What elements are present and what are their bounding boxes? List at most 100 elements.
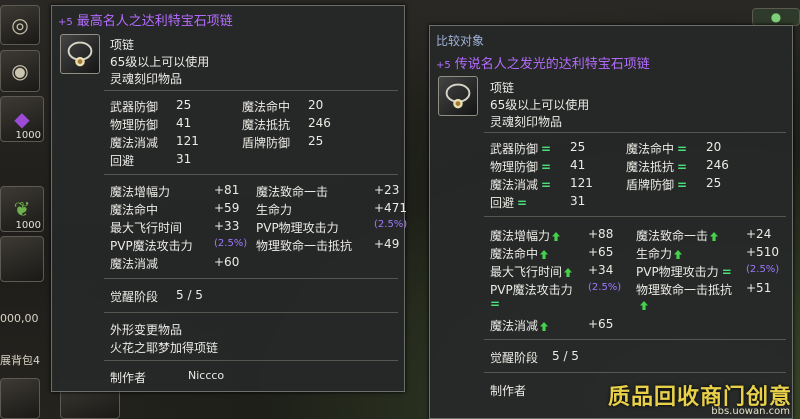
stat-label: 盾牌防御 [242, 136, 291, 150]
bonus-label: 魔法消减 [110, 257, 159, 271]
bonus-value: +24 [746, 227, 772, 241]
item-title: +5 传说名人之发光的达利特宝石项链 [436, 57, 650, 72]
divider [104, 312, 398, 313]
extended-bag-label[interactable]: 展背包4 [0, 352, 40, 368]
bonus-value: +88 [588, 227, 614, 241]
compare-label: 比较对象 [436, 34, 485, 48]
bonus-label: 最大飞行时间 [110, 221, 183, 235]
equal-icon: = [517, 196, 528, 210]
stat-value: 31 [176, 152, 192, 166]
stat-label: 物理防御 [110, 118, 159, 132]
divider [104, 278, 398, 279]
bonus-value: +23 [374, 183, 400, 197]
item-level-req: 65级以上可以使用 [490, 98, 590, 112]
ring-icon: ◎ [11, 13, 29, 37]
bonus-label: PVP魔法攻击力 [490, 283, 573, 297]
stat-label: 魔法抵抗 [242, 118, 291, 132]
up-arrow-icon [710, 232, 719, 241]
awaken-label: 觉醒阶段 [110, 290, 159, 304]
item-count: 1000 [15, 220, 41, 231]
item-count: 1000 [15, 130, 41, 141]
bonus-label: 魔法致命一击 [636, 227, 719, 244]
divider [104, 90, 398, 91]
bonus-label: PVP物理攻击力 [256, 221, 339, 235]
bonus-value: +33 [214, 219, 240, 233]
maker-label: 制作者 [110, 371, 147, 385]
bonus-value: (2.5%) [374, 219, 408, 230]
up-arrow-icon [564, 268, 573, 277]
stat-label: 魔法消减 [110, 136, 159, 150]
stat-label: 回避 = [490, 196, 528, 210]
stat-value: 31 [570, 194, 586, 208]
stat-label: 物理防御 = [490, 160, 552, 174]
item-title: +5 最高名人之达利特宝石项链 [58, 14, 233, 29]
bonus-label: 生命力 [256, 203, 293, 217]
up-arrow-icon [640, 301, 648, 310]
divider [104, 360, 398, 361]
plus-icon: ● [770, 10, 782, 24]
equal-icon: = [721, 265, 732, 279]
bonus-value: +60 [214, 255, 240, 269]
divider [484, 216, 786, 217]
stat-label: 武器防御 [110, 100, 159, 114]
bonus-label: PVP魔法攻击力 [110, 239, 193, 253]
item-level-req: 65级以上可以使用 [110, 55, 210, 69]
bonus-label: 魔法命中 [110, 203, 159, 217]
bonus-value: +65 [588, 317, 614, 331]
skin-value: 火花之耶梦加得项链 [110, 341, 219, 355]
top-right-button[interactable]: ● [752, 8, 800, 26]
bonus-label: 魔法增幅力 [490, 227, 561, 244]
inventory-slot-herb[interactable]: ❦ 1000 [0, 186, 44, 232]
bonus-value: (2.5%) [746, 264, 780, 275]
herb-icon: ❦ [13, 197, 31, 221]
stat-value: 25 [706, 176, 722, 190]
divider [484, 372, 786, 373]
skin-label: 外形变更物品 [110, 323, 183, 337]
bonus-label: 魔法致命一击 [256, 185, 329, 199]
stat-label: 魔法抵抗 = [626, 160, 688, 174]
necklace-icon [438, 76, 478, 116]
stat-value: 41 [176, 116, 192, 130]
stat-value: 41 [570, 158, 586, 172]
inventory-slot-ring[interactable]: ◎ [0, 5, 40, 45]
necklace-icon [60, 34, 100, 74]
inventory-slot-gem[interactable]: ◆ 1000 [0, 96, 44, 142]
equal-icon: = [541, 160, 552, 174]
item-bind: 灵魂刻印物品 [110, 72, 183, 86]
up-arrow-icon [540, 322, 549, 331]
stat-value: 121 [570, 176, 593, 190]
bonus-label: 魔法消减 [490, 317, 549, 334]
up-arrow-icon [674, 250, 683, 259]
inventory-slot-bottom-1[interactable] [0, 378, 40, 419]
equal-icon: = [541, 142, 552, 156]
item-type: 项链 [490, 81, 515, 95]
stat-label: 武器防御 = [490, 142, 552, 156]
item-type: 项链 [110, 38, 135, 52]
equal-icon: = [677, 142, 688, 156]
inventory-slot-ring-2[interactable]: ◉ [0, 50, 40, 92]
bonus-value: +59 [214, 201, 240, 215]
bonus-label: 生命力 [636, 245, 683, 262]
item-bind: 灵魂刻印物品 [490, 115, 563, 129]
bonus-value: +81 [214, 183, 240, 197]
divider [484, 339, 786, 340]
bonus-label: 物理致命一击抵抗 [256, 239, 353, 253]
maker-value: Niccco [188, 369, 225, 382]
bonus-value: (2.5%) [214, 238, 248, 249]
gem-icon: ◆ [14, 107, 30, 131]
stat-value: 25 [308, 134, 324, 148]
bonus-label: 最大飞行时间 [490, 263, 573, 280]
item-tooltip-compare: 比较对象 +5 传说名人之发光的达利特宝石项链 项链 65级以上可以使用 灵魂刻印… [429, 25, 793, 419]
inventory-slot-empty[interactable] [0, 236, 44, 282]
bonus-value: +49 [374, 237, 400, 251]
up-arrow-icon [552, 232, 561, 241]
bonus-value: +510 [746, 245, 779, 259]
equal-icon: = [677, 160, 688, 174]
equal-icon: = [490, 297, 501, 311]
stat-label: 盾牌防御 = [626, 178, 688, 192]
awaken-value: 5 / 5 [176, 288, 203, 302]
bonus-label: 物理致命一击抵抗 [636, 283, 733, 297]
bonus-value: +34 [588, 263, 614, 277]
stat-label: 魔法命中 [242, 100, 291, 114]
bonus-value: +51 [746, 281, 772, 295]
